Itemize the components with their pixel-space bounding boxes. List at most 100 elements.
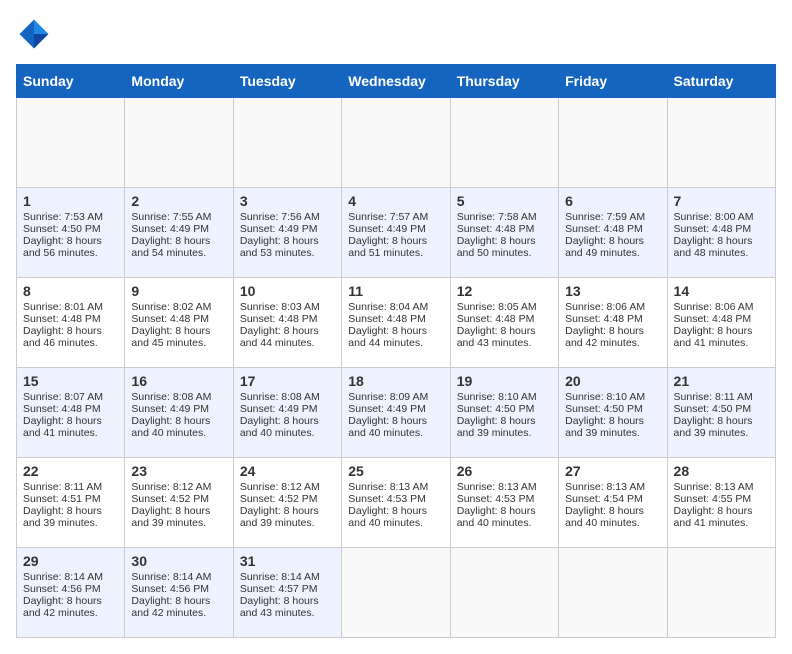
daylight-text: Daylight: 8 hours and 40 minutes. <box>348 505 427 529</box>
calendar-day-cell: 8Sunrise: 8:01 AMSunset: 4:48 PMDaylight… <box>17 278 125 368</box>
calendar-day-cell: 26Sunrise: 8:13 AMSunset: 4:53 PMDayligh… <box>450 458 558 548</box>
calendar-day-header: Sunday <box>17 65 125 98</box>
sunrise-text: Sunrise: 8:06 AM <box>565 301 645 313</box>
day-number: 20 <box>565 373 660 389</box>
sunset-text: Sunset: 4:52 PM <box>131 493 209 505</box>
calendar-day-cell: 21Sunrise: 8:11 AMSunset: 4:50 PMDayligh… <box>667 368 775 458</box>
sunset-text: Sunset: 4:50 PM <box>457 403 535 415</box>
sunset-text: Sunset: 4:48 PM <box>457 313 535 325</box>
daylight-text: Daylight: 8 hours and 43 minutes. <box>457 325 536 349</box>
sunset-text: Sunset: 4:48 PM <box>23 403 101 415</box>
calendar-day-cell: 4Sunrise: 7:57 AMSunset: 4:49 PMDaylight… <box>342 188 450 278</box>
calendar-week-row: 22Sunrise: 8:11 AMSunset: 4:51 PMDayligh… <box>17 458 776 548</box>
calendar-day-cell: 29Sunrise: 8:14 AMSunset: 4:56 PMDayligh… <box>17 548 125 638</box>
sunrise-text: Sunrise: 8:10 AM <box>457 391 537 403</box>
calendar-day-cell <box>667 548 775 638</box>
day-number: 26 <box>457 463 552 479</box>
day-number: 28 <box>674 463 769 479</box>
daylight-text: Daylight: 8 hours and 42 minutes. <box>565 325 644 349</box>
calendar-header-row: SundayMondayTuesdayWednesdayThursdayFrid… <box>17 65 776 98</box>
daylight-text: Daylight: 8 hours and 39 minutes. <box>240 505 319 529</box>
daylight-text: Daylight: 8 hours and 40 minutes. <box>240 415 319 439</box>
daylight-text: Daylight: 8 hours and 54 minutes. <box>131 235 210 259</box>
sunrise-text: Sunrise: 8:13 AM <box>348 481 428 493</box>
sunset-text: Sunset: 4:52 PM <box>240 493 318 505</box>
calendar-day-cell <box>342 98 450 188</box>
sunrise-text: Sunrise: 7:59 AM <box>565 211 645 223</box>
sunset-text: Sunset: 4:48 PM <box>23 313 101 325</box>
day-number: 24 <box>240 463 335 479</box>
day-number: 5 <box>457 193 552 209</box>
sunrise-text: Sunrise: 8:09 AM <box>348 391 428 403</box>
calendar-day-cell: 18Sunrise: 8:09 AMSunset: 4:49 PMDayligh… <box>342 368 450 458</box>
sunset-text: Sunset: 4:54 PM <box>565 493 643 505</box>
day-number: 2 <box>131 193 226 209</box>
day-number: 9 <box>131 283 226 299</box>
calendar-week-row: 1Sunrise: 7:53 AMSunset: 4:50 PMDaylight… <box>17 188 776 278</box>
sunrise-text: Sunrise: 8:12 AM <box>131 481 211 493</box>
daylight-text: Daylight: 8 hours and 49 minutes. <box>565 235 644 259</box>
daylight-text: Daylight: 8 hours and 56 minutes. <box>23 235 102 259</box>
calendar-day-cell: 24 Sunrise: 8:12 AMSunset: 4:52 PMDayligh… <box>233 458 341 548</box>
daylight-text: Daylight: 8 hours and 39 minutes. <box>23 505 102 529</box>
daylight-text: Daylight: 8 hours and 41 minutes. <box>23 415 102 439</box>
logo <box>16 16 56 52</box>
day-number: 13 <box>565 283 660 299</box>
day-number: 27 <box>565 463 660 479</box>
daylight-text: Daylight: 8 hours and 39 minutes. <box>457 415 536 439</box>
sunset-text: Sunset: 4:53 PM <box>348 493 426 505</box>
sunrise-text: Sunrise: 8:06 AM <box>674 301 754 313</box>
calendar-day-cell: 11Sunrise: 8:04 AMSunset: 4:48 PMDayligh… <box>342 278 450 368</box>
sunset-text: Sunset: 4:49 PM <box>348 223 426 235</box>
day-number: 12 <box>457 283 552 299</box>
sunrise-text: Sunrise: 8:13 AM <box>457 481 537 493</box>
sunset-text: Sunset: 4:49 PM <box>131 223 209 235</box>
sunrise-text: Sunrise: 8:05 AM <box>457 301 537 313</box>
calendar-day-cell: 15 Sunrise: 8:07 AMSunset: 4:48 PMDayligh… <box>17 368 125 458</box>
day-number: 31 <box>240 553 335 569</box>
calendar-day-header: Saturday <box>667 65 775 98</box>
sunrise-text: Sunrise: 8:07 AM <box>23 391 103 403</box>
calendar-day-cell: 1Sunrise: 7:53 AMSunset: 4:50 PMDaylight… <box>17 188 125 278</box>
calendar-day-cell <box>559 98 667 188</box>
sunset-text: Sunset: 4:56 PM <box>131 583 209 595</box>
day-number: 3 <box>240 193 335 209</box>
sunrise-text: Sunrise: 8:08 AM <box>240 391 320 403</box>
daylight-text: Daylight: 8 hours and 39 minutes. <box>674 415 753 439</box>
header <box>16 16 776 52</box>
daylight-text: Daylight: 8 hours and 42 minutes. <box>131 595 210 619</box>
sunset-text: Sunset: 4:49 PM <box>240 403 318 415</box>
sunrise-text: Sunrise: 8:00 AM <box>674 211 754 223</box>
day-number: 4 <box>348 193 443 209</box>
sunrise-text: Sunrise: 8:14 AM <box>23 571 103 583</box>
day-number: 25 <box>348 463 443 479</box>
calendar-day-cell: 2Sunrise: 7:55 AMSunset: 4:49 PMDaylight… <box>125 188 233 278</box>
day-number: 21 <box>674 373 769 389</box>
day-number: 15 <box>23 373 118 389</box>
sunset-text: Sunset: 4:48 PM <box>457 223 535 235</box>
calendar-day-cell: 20Sunrise: 8:10 AMSunset: 4:50 PMDayligh… <box>559 368 667 458</box>
daylight-text: Daylight: 8 hours and 43 minutes. <box>240 595 319 619</box>
calendar-day-cell: 7Sunrise: 8:00 AMSunset: 4:48 PMDaylight… <box>667 188 775 278</box>
day-number: 30 <box>131 553 226 569</box>
daylight-text: Daylight: 8 hours and 40 minutes. <box>565 505 644 529</box>
sunset-text: Sunset: 4:49 PM <box>348 403 426 415</box>
calendar-day-header: Thursday <box>450 65 558 98</box>
calendar-day-header: Monday <box>125 65 233 98</box>
daylight-text: Daylight: 8 hours and 42 minutes. <box>23 595 102 619</box>
calendar-day-cell: 31Sunrise: 8:14 AMSunset: 4:57 PMDayligh… <box>233 548 341 638</box>
sunrise-text: Sunrise: 8:02 AM <box>131 301 211 313</box>
day-number: 18 <box>348 373 443 389</box>
calendar-day-cell: 6Sunrise: 7:59 AMSunset: 4:48 PMDaylight… <box>559 188 667 278</box>
calendar-day-cell <box>233 98 341 188</box>
sunset-text: Sunset: 4:50 PM <box>565 403 643 415</box>
calendar-day-cell <box>667 98 775 188</box>
calendar-day-cell: 17Sunrise: 8:08 AMSunset: 4:49 PMDayligh… <box>233 368 341 458</box>
sunrise-text: Sunrise: 8:12 AM <box>240 481 320 493</box>
day-number: 6 <box>565 193 660 209</box>
daylight-text: Daylight: 8 hours and 39 minutes. <box>131 505 210 529</box>
day-number: 23 <box>131 463 226 479</box>
daylight-text: Daylight: 8 hours and 44 minutes. <box>240 325 319 349</box>
calendar-day-cell <box>450 548 558 638</box>
sunset-text: Sunset: 4:48 PM <box>565 313 643 325</box>
